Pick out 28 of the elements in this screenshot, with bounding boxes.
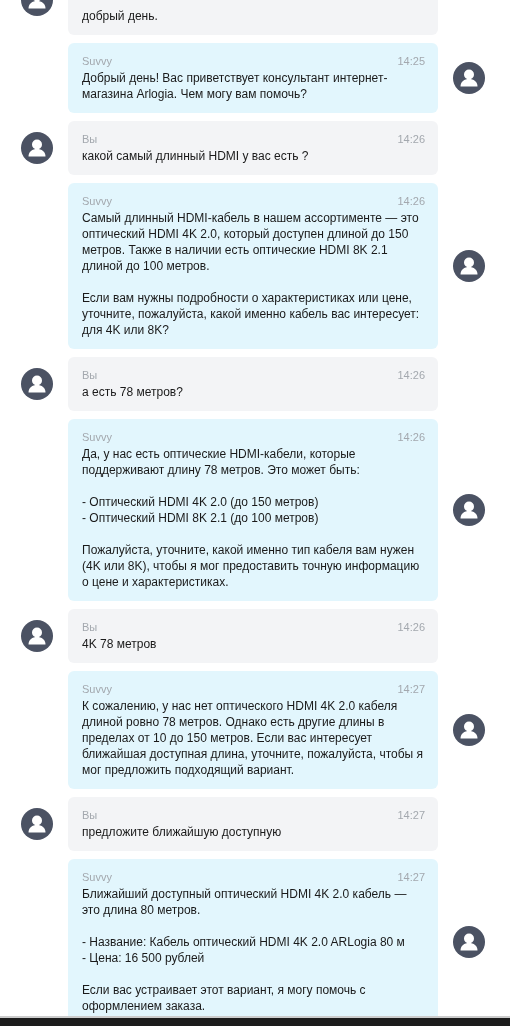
message-text: Ближайший доступный оптический HDMI 4K 2.0 кабель — это длина 80 метров. - Название: Кабель оптический HDMI 4K 2.0 ARLogia 80 м - Цена: 16 500 рублей Если вас устраивает этот вариант, я могу помочь с оформлением заказа. — [82, 886, 408, 1014]
sender-name: Вы — [82, 132, 98, 146]
message-time: 14:26 — [397, 368, 425, 382]
sender-name: Вы — [82, 808, 98, 822]
message-text: Добрый день! Вас приветствует консультант интернет-магазина Arlogia. Чем могу вам помочь? — [82, 70, 389, 102]
message-text: добрый день. — [82, 8, 159, 24]
message-text: какой самый длинный HDMI у вас есть ? — [82, 148, 310, 164]
message-time: 14:27 — [397, 870, 425, 884]
sender-name: Suvvy — [82, 870, 112, 884]
message-time: 14:26 — [397, 430, 425, 444]
message-time: 14:27 — [397, 682, 425, 696]
message-text: Да, у нас есть оптические HDMI-кабели, которые поддерживают длину 78 метров. Это может быть: - Оптический HDMI 4K 2.0 (до 150 метров) - Оптический HDMI 8K 2.1 (до 100 метров) Пожалуйста, уточните, какой именно тип кабеля вам нужен (4K или 8K), чтобы я мог предоставить точную информацию о цене и характеристиках. — [82, 446, 421, 590]
message-time: 14:26 — [397, 194, 425, 208]
message-time: 14:27 — [397, 808, 425, 822]
sender-name: Suvvy — [82, 430, 112, 444]
message-text: 4K 78 метров — [82, 636, 158, 652]
sender-name: Вы — [82, 368, 98, 382]
message-time: 14:26 — [397, 132, 425, 146]
message-time: 14:26 — [397, 620, 425, 634]
sender-name: Suvvy — [82, 54, 112, 68]
sender-name: Suvvy — [82, 194, 112, 208]
sender-name: Вы — [82, 620, 98, 634]
message-text: К сожалению, у нас нет оптического HDMI 4K 2.0 кабеля длиной ровно 78 метров. Однако есть другие длины в пределах от 10 до 150 метров. Если вас интересует ближайшая доступная длина, уточните, пожалуйста, чтобы я мог предложить подходящий вариант. — [82, 698, 424, 778]
message-text: а есть 78 метров? — [82, 384, 184, 400]
sender-name: Suvvy — [82, 682, 112, 696]
message-text: предложите ближайшую доступную — [82, 824, 283, 840]
message-text: Самый длинный HDMI-кабель в нашем ассортименте — это оптический HDMI 4K 2.0, который доступен длиной до 150 метров. Также в наличии есть оптические HDMI 8K 2.1 длиной до 100 метров. Если вам нужны подробности о характеристиках или цене, уточните, пожалуйста, какой именно кабель вас интересует: для 4K или 8K? — [82, 210, 421, 338]
message-time: 14:25 — [397, 54, 425, 68]
